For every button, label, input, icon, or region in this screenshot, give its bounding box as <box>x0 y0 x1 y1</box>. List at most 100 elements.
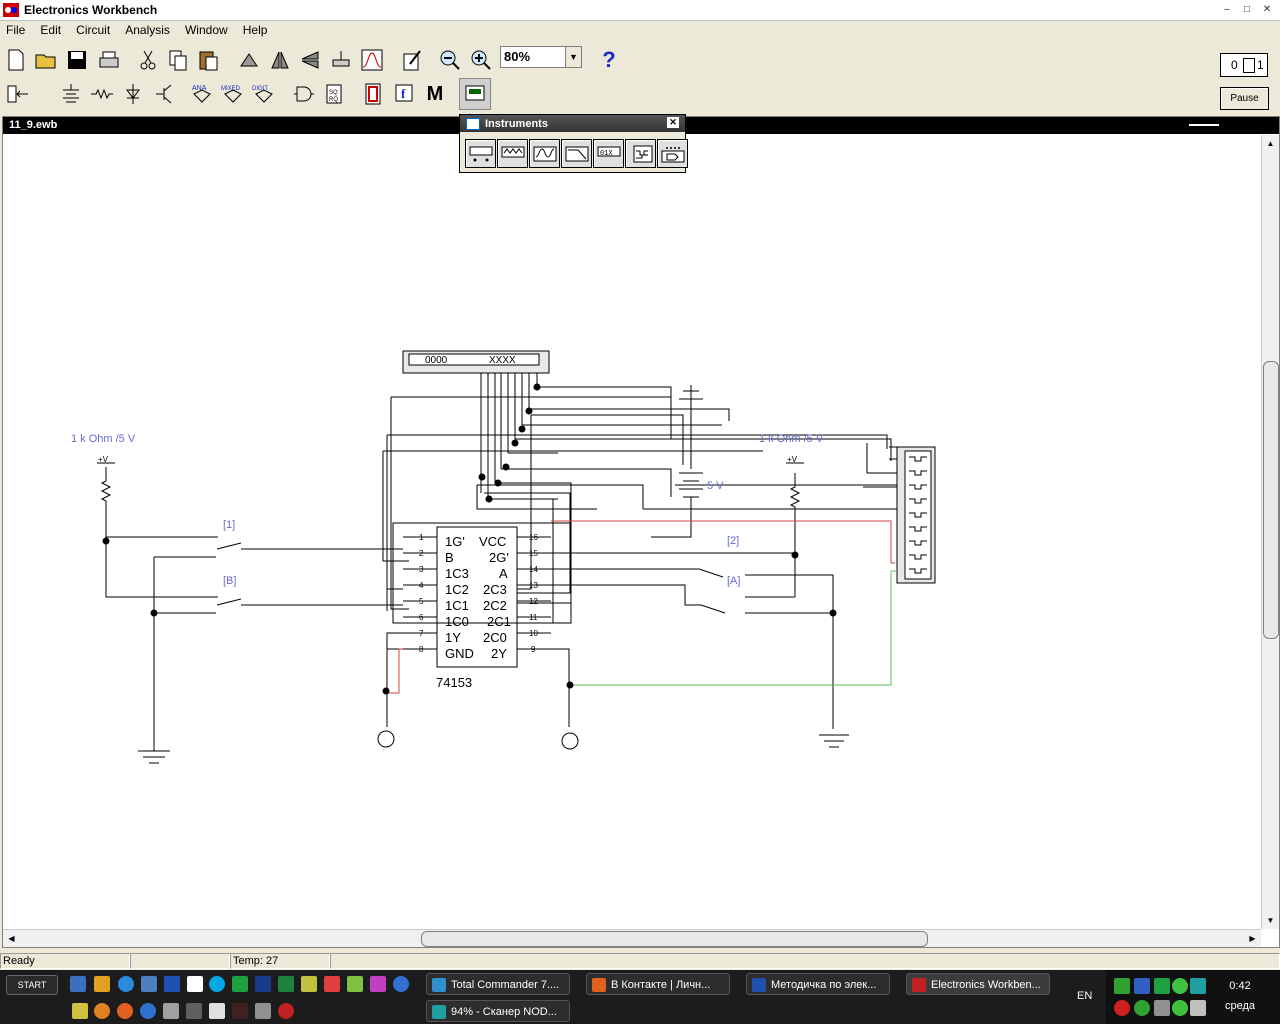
quicklaunch-grid-icon[interactable] <box>209 1003 225 1019</box>
quicklaunch-photoshop-icon[interactable] <box>255 976 271 992</box>
quicklaunch-mail-icon[interactable] <box>94 1003 110 1019</box>
scroll-up-icon[interactable]: ▲ <box>1263 136 1278 151</box>
close-button[interactable]: ✕ <box>1258 2 1276 18</box>
maximize-button[interactable]: □ <box>1238 2 1256 18</box>
document-minimize-icon[interactable] <box>1189 124 1219 126</box>
paste-button[interactable] <box>192 44 224 76</box>
transistors-bin-button[interactable] <box>148 78 180 110</box>
quicklaunch-save-icon[interactable] <box>70 976 86 992</box>
quicklaunch-tool2-icon[interactable] <box>163 1003 179 1019</box>
scroll-down-icon[interactable]: ▼ <box>1263 913 1278 928</box>
cut-button[interactable] <box>132 44 164 76</box>
component-properties-button[interactable] <box>325 44 357 76</box>
quicklaunch-7-icon[interactable] <box>301 976 317 992</box>
copy-button[interactable] <box>162 44 194 76</box>
open-button[interactable] <box>30 44 62 76</box>
quicklaunch-bug-icon[interactable] <box>72 1003 88 1019</box>
tray-nod-icon[interactable] <box>1190 978 1206 994</box>
horizontal-scroll-thumb[interactable] <box>421 931 928 947</box>
quicklaunch-x-icon[interactable] <box>370 976 386 992</box>
task-word-document[interactable]: Методичка по элек... <box>746 973 890 995</box>
mixed-ics-bin-button[interactable]: MIXED <box>217 78 249 110</box>
quicklaunch-h-icon[interactable] <box>232 976 248 992</box>
quicklaunch-ie-icon[interactable] <box>118 976 134 992</box>
miscellaneous-bin-button[interactable]: M <box>419 78 451 110</box>
quicklaunch-excel-icon[interactable] <box>278 976 294 992</box>
function-generator-button[interactable] <box>497 139 528 168</box>
menu-help[interactable]: Help <box>237 21 274 37</box>
tray-icq-icon[interactable] <box>1172 978 1188 994</box>
quicklaunch-desktop-icon[interactable] <box>141 976 157 992</box>
bode-plotter-button[interactable] <box>561 139 592 168</box>
quicklaunch-film-icon[interactable] <box>186 1003 202 1019</box>
sources-bin-button[interactable] <box>55 78 87 110</box>
task-total-commander[interactable]: Total Commander 7.... <box>426 973 570 995</box>
rotate-button[interactable] <box>233 44 265 76</box>
tray-chat-icon[interactable] <box>1172 1000 1188 1016</box>
oscilloscope-button[interactable] <box>529 139 560 168</box>
vertical-scrollbar[interactable]: ▲ ▼ <box>1261 135 1279 929</box>
menu-edit[interactable]: Edit <box>34 21 67 37</box>
tray-safely-remove-icon[interactable] <box>1190 1000 1206 1016</box>
quicklaunch-ai-icon[interactable] <box>324 976 340 992</box>
tray-network-icon[interactable] <box>1114 978 1130 994</box>
quicklaunch-keyboard-icon[interactable] <box>255 1003 271 1019</box>
logic-converter-button[interactable] <box>657 139 688 168</box>
menu-window[interactable]: Window <box>179 21 234 37</box>
scroll-left-icon[interactable]: ◀ <box>4 931 19 946</box>
zoom-in-button[interactable] <box>465 44 497 76</box>
description-button[interactable] <box>396 44 428 76</box>
instruments-title-bar[interactable]: Instruments ✕ <box>460 115 685 132</box>
instruments-close-icon[interactable]: ✕ <box>667 117 679 128</box>
quicklaunch-opera-icon[interactable] <box>278 1003 294 1019</box>
favorites-bin-button[interactable] <box>2 78 34 110</box>
flip-horizontal-button[interactable] <box>264 44 296 76</box>
help-button[interactable]: ? <box>593 44 625 76</box>
clock-time[interactable]: 0:42 <box>1220 980 1260 992</box>
zoom-select[interactable]: 80% ▼ <box>500 46 582 68</box>
multimeter-button[interactable] <box>465 139 496 168</box>
quicklaunch-app-icon[interactable] <box>187 976 203 992</box>
quicklaunch-k-icon[interactable] <box>393 976 409 992</box>
tray-h-icon[interactable] <box>1154 978 1170 994</box>
digital-ics-bin-button[interactable]: DIGIT <box>248 78 280 110</box>
scroll-right-icon[interactable]: ▶ <box>1245 931 1260 946</box>
power-switch[interactable]: 0 1 <box>1220 53 1268 77</box>
instruments-bin-button[interactable] <box>459 78 491 110</box>
print-button[interactable] <box>93 44 125 76</box>
logic-analyzer-button[interactable] <box>625 139 656 168</box>
quicklaunch-tool-icon[interactable] <box>94 976 110 992</box>
vertical-scroll-thumb[interactable] <box>1263 361 1279 639</box>
language-indicator[interactable]: EN <box>1077 990 1092 1002</box>
quicklaunch-media-icon[interactable] <box>232 1003 248 1019</box>
menu-circuit[interactable]: Circuit <box>70 21 116 37</box>
quicklaunch-word-icon[interactable] <box>164 976 180 992</box>
menu-analysis[interactable]: Analysis <box>119 21 176 37</box>
indicators-bin-button[interactable] <box>357 78 389 110</box>
circuit-canvas[interactable]: 0000 XXXX 1G' B 1C3 1C2 1C1 1C0 1Y GND V… <box>3 135 1261 929</box>
tray-update-icon[interactable] <box>1134 1000 1150 1016</box>
save-button[interactable] <box>61 44 93 76</box>
chevron-down-icon[interactable]: ▼ <box>565 47 581 67</box>
digital-bin-button[interactable]: SQ RQ <box>318 78 350 110</box>
flip-vertical-button[interactable] <box>294 44 326 76</box>
quicklaunch-skype-icon[interactable] <box>209 976 225 992</box>
menu-file[interactable]: File <box>0 21 31 37</box>
graph-button[interactable] <box>356 44 388 76</box>
word-generator-button[interactable]: 01X <box>593 139 624 168</box>
diodes-bin-button[interactable] <box>117 78 149 110</box>
tray-antivirus-icon[interactable] <box>1114 1000 1130 1016</box>
analog-ics-bin-button[interactable]: ANA <box>186 78 218 110</box>
task-vkontakte[interactable]: В Контакте | Личн... <box>586 973 730 995</box>
minimize-button[interactable]: – <box>1218 2 1236 18</box>
task-electronics-workbench[interactable]: Electronics Workben... <box>906 973 1050 995</box>
quicklaunch-ie2-icon[interactable] <box>347 976 363 992</box>
quicklaunch-k2-icon[interactable] <box>140 1003 156 1019</box>
start-button[interactable]: START <box>6 975 58 995</box>
logic-gates-bin-button[interactable] <box>287 78 319 110</box>
horizontal-scrollbar[interactable]: ◀ ▶ <box>3 929 1261 947</box>
task-nod-scanner[interactable]: 94% - Сканер NOD... <box>426 1000 570 1022</box>
probe-1y[interactable] <box>377 730 395 748</box>
controls-bin-button[interactable]: f <box>388 78 420 110</box>
basic-bin-button[interactable] <box>86 78 118 110</box>
